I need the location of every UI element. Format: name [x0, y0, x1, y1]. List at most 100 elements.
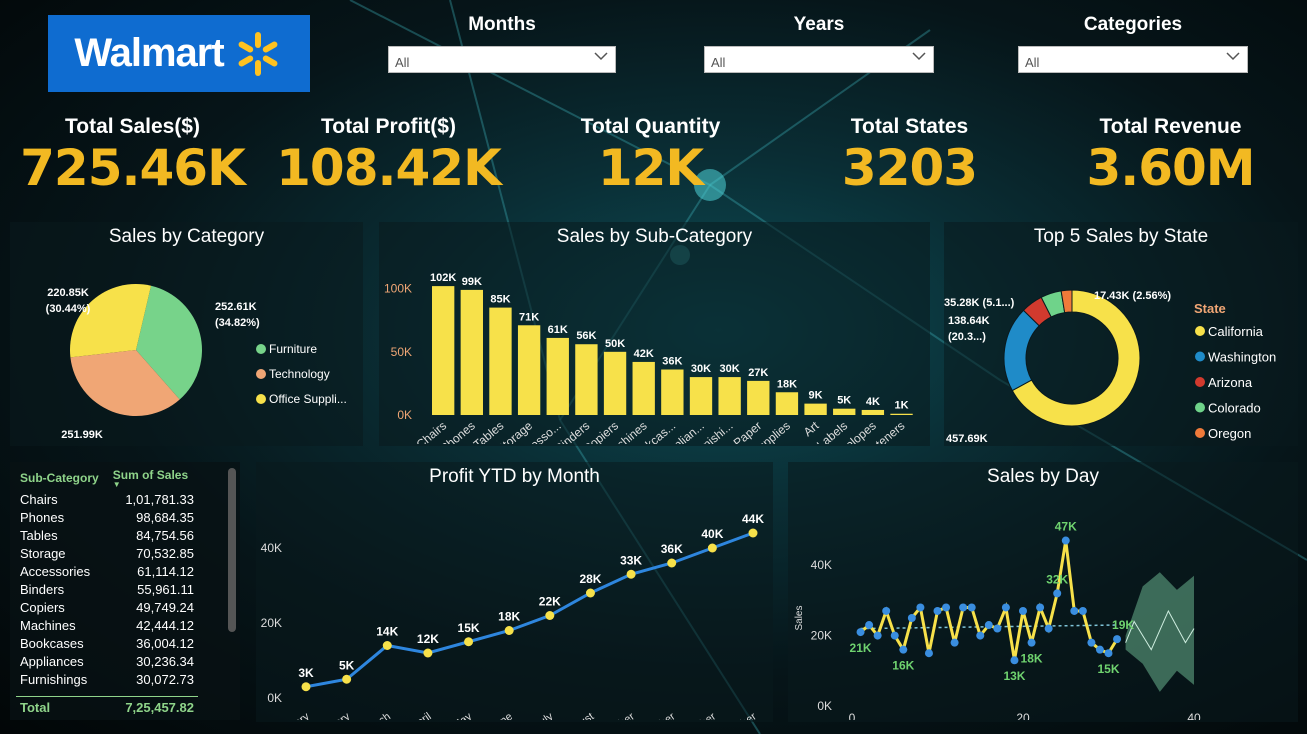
- legend-item: Technology: [256, 367, 330, 381]
- data-point: [1095, 645, 1104, 654]
- sales-by-category-panel: Sales by Category 252.61K (34.82%) Furnitu…: [10, 222, 363, 457]
- legend-item: Arizona: [1195, 375, 1253, 390]
- x-tick-label: 40: [1187, 711, 1201, 720]
- bar: [489, 307, 512, 415]
- x-tick-label: Art: [801, 418, 822, 439]
- top5-state-chart[interactable]: 457.69K(67.19%)138.64K(20.3...)35.28K (5…: [944, 248, 1298, 461]
- bar: [661, 369, 684, 415]
- y-tick-label: 0K: [397, 408, 412, 422]
- kpi-value: 12K: [597, 139, 704, 197]
- y-axis-title: Sales: [794, 605, 805, 630]
- data-point: [942, 603, 951, 612]
- table-row[interactable]: Tables 84,754.56: [16, 526, 198, 544]
- x-tick-label: February: [309, 710, 352, 720]
- chevron-down-icon: [1226, 52, 1240, 61]
- data-point: [1078, 606, 1087, 615]
- data-point: [916, 603, 925, 612]
- months-dropdown[interactable]: All: [388, 46, 616, 73]
- legend-item: Furniture: [256, 342, 317, 356]
- point-data-label: 15K: [458, 621, 480, 635]
- point-data-label: 18K: [498, 610, 520, 624]
- column-header-sum-of-sales[interactable]: Sum of Sales ▼: [109, 466, 198, 490]
- chart-title: Profit YTD by Month: [429, 466, 600, 487]
- slice-data-label: 17.43K (2.56%): [1094, 290, 1171, 302]
- data-point: [342, 674, 352, 684]
- data-point: [1001, 603, 1010, 612]
- data-point: [890, 631, 899, 640]
- chart-title: Sales by Sub-Category: [556, 226, 753, 247]
- data-point: [924, 649, 933, 658]
- point-data-label: 22K: [539, 595, 561, 609]
- data-point: [993, 624, 1002, 633]
- sales-by-category-chart[interactable]: 252.61K(34.82%)Furniture251.99K(34.74%)T…: [10, 248, 363, 457]
- table-row[interactable]: Phones 98,684.35: [16, 508, 198, 526]
- table-scrollbar[interactable]: [228, 468, 236, 632]
- y-tick-label: 40K: [261, 541, 282, 555]
- point-data-label: 3K: [298, 666, 314, 680]
- subcategory-cell: Chairs: [20, 491, 58, 507]
- table-row[interactable]: Bookcases 36,004.12: [16, 634, 198, 652]
- kpi-title: Total Revenue: [1099, 115, 1242, 138]
- x-tick-label: October: [639, 710, 678, 720]
- sales-by-day-chart[interactable]: 0K20K40K02040SalesDay21K16K13K18K32K47K1…: [788, 488, 1298, 734]
- x-tick-label: June: [488, 711, 514, 720]
- line-series: [859, 540, 1119, 661]
- column-header-subcategory[interactable]: Sub-Category: [16, 466, 109, 490]
- data-point: [667, 558, 677, 568]
- table-total-row: Total 7,25,457.82: [16, 696, 198, 715]
- table-row[interactable]: Storage 70,532.85: [16, 544, 198, 562]
- point-data-label: 32K: [1046, 572, 1068, 586]
- chevron-down-icon: [912, 52, 926, 61]
- legend-item: Washington: [1195, 350, 1276, 365]
- table-row[interactable]: Machines 42,444.12: [16, 616, 198, 634]
- years-dropdown-value: All: [711, 55, 726, 70]
- legend-label: Furniture: [269, 342, 317, 356]
- table-row[interactable]: Copiers 49,749.24: [16, 598, 198, 616]
- kpi-total-sales: Total Sales($) 725.46K: [10, 115, 255, 197]
- table-row[interactable]: Accessories 61,114.12: [16, 562, 198, 580]
- slice-pct-label: (34.82%): [215, 317, 260, 329]
- slice-data-label: (20.3...): [948, 331, 986, 343]
- x-tick-label: January: [273, 710, 312, 720]
- bar-data-label: 4K: [866, 396, 880, 408]
- bar: [804, 403, 827, 415]
- y-tick-label: 0K: [267, 691, 282, 705]
- bar: [517, 325, 541, 415]
- bar: [432, 286, 455, 415]
- profit-ytd-chart[interactable]: 0K 20K 40K 3K January 5K February 14K March 12K Ap…: [256, 488, 773, 734]
- slice-pct-label: (30.44%): [46, 303, 91, 315]
- legend-marker: [1195, 428, 1205, 438]
- months-slicer-label: Months: [468, 14, 536, 35]
- bar: [775, 392, 799, 415]
- table-row[interactable]: Appliances 30,236.34: [16, 652, 198, 670]
- x-tick-label: March: [361, 711, 393, 720]
- legend-label: Oregon: [1208, 426, 1251, 441]
- sales-by-subcategory-chart[interactable]: 0K50K100K102KChairs99KPhones85KTables71K…: [379, 248, 930, 465]
- sort-desc-icon: ▼: [112, 480, 121, 489]
- point-data-label: 15K: [1097, 662, 1119, 676]
- table-row[interactable]: Chairs 1,01,781.33: [16, 490, 198, 508]
- sales-cell: 61,114.12: [137, 563, 194, 579]
- table-header-row: Sub-Category Sum of Sales ▼: [16, 466, 198, 490]
- data-point: [865, 621, 874, 630]
- data-point: [585, 588, 595, 598]
- legend-marker: [1195, 351, 1205, 362]
- years-dropdown[interactable]: All: [704, 46, 934, 73]
- table-row[interactable]: Binders 55,961.11: [16, 580, 198, 598]
- kpi-value: 3.60M: [1086, 139, 1255, 197]
- slice-data-label: 138.64K: [948, 315, 990, 327]
- top5-state-panel: Top 5 Sales by State 457.69K(67.19%)138.…: [944, 222, 1298, 461]
- categories-dropdown[interactable]: All: [1018, 46, 1248, 73]
- x-tick-label: 20: [1016, 711, 1030, 720]
- slice-value-label: 252.61K: [215, 301, 257, 313]
- table-row[interactable]: Furnishings 30,072.73: [16, 670, 198, 688]
- point-data-label: 19K: [1112, 618, 1134, 632]
- bar: [747, 380, 770, 415]
- bar: [718, 377, 741, 415]
- subcategory-table-panel: Sub-Category Sum of Sales ▼ Chairs 1,01,78…: [10, 462, 240, 720]
- months-dropdown-value: All: [395, 55, 410, 70]
- data-point: [464, 637, 474, 647]
- bar: [890, 413, 913, 415]
- point-data-label: 14K: [376, 625, 398, 639]
- data-point: [1104, 649, 1113, 658]
